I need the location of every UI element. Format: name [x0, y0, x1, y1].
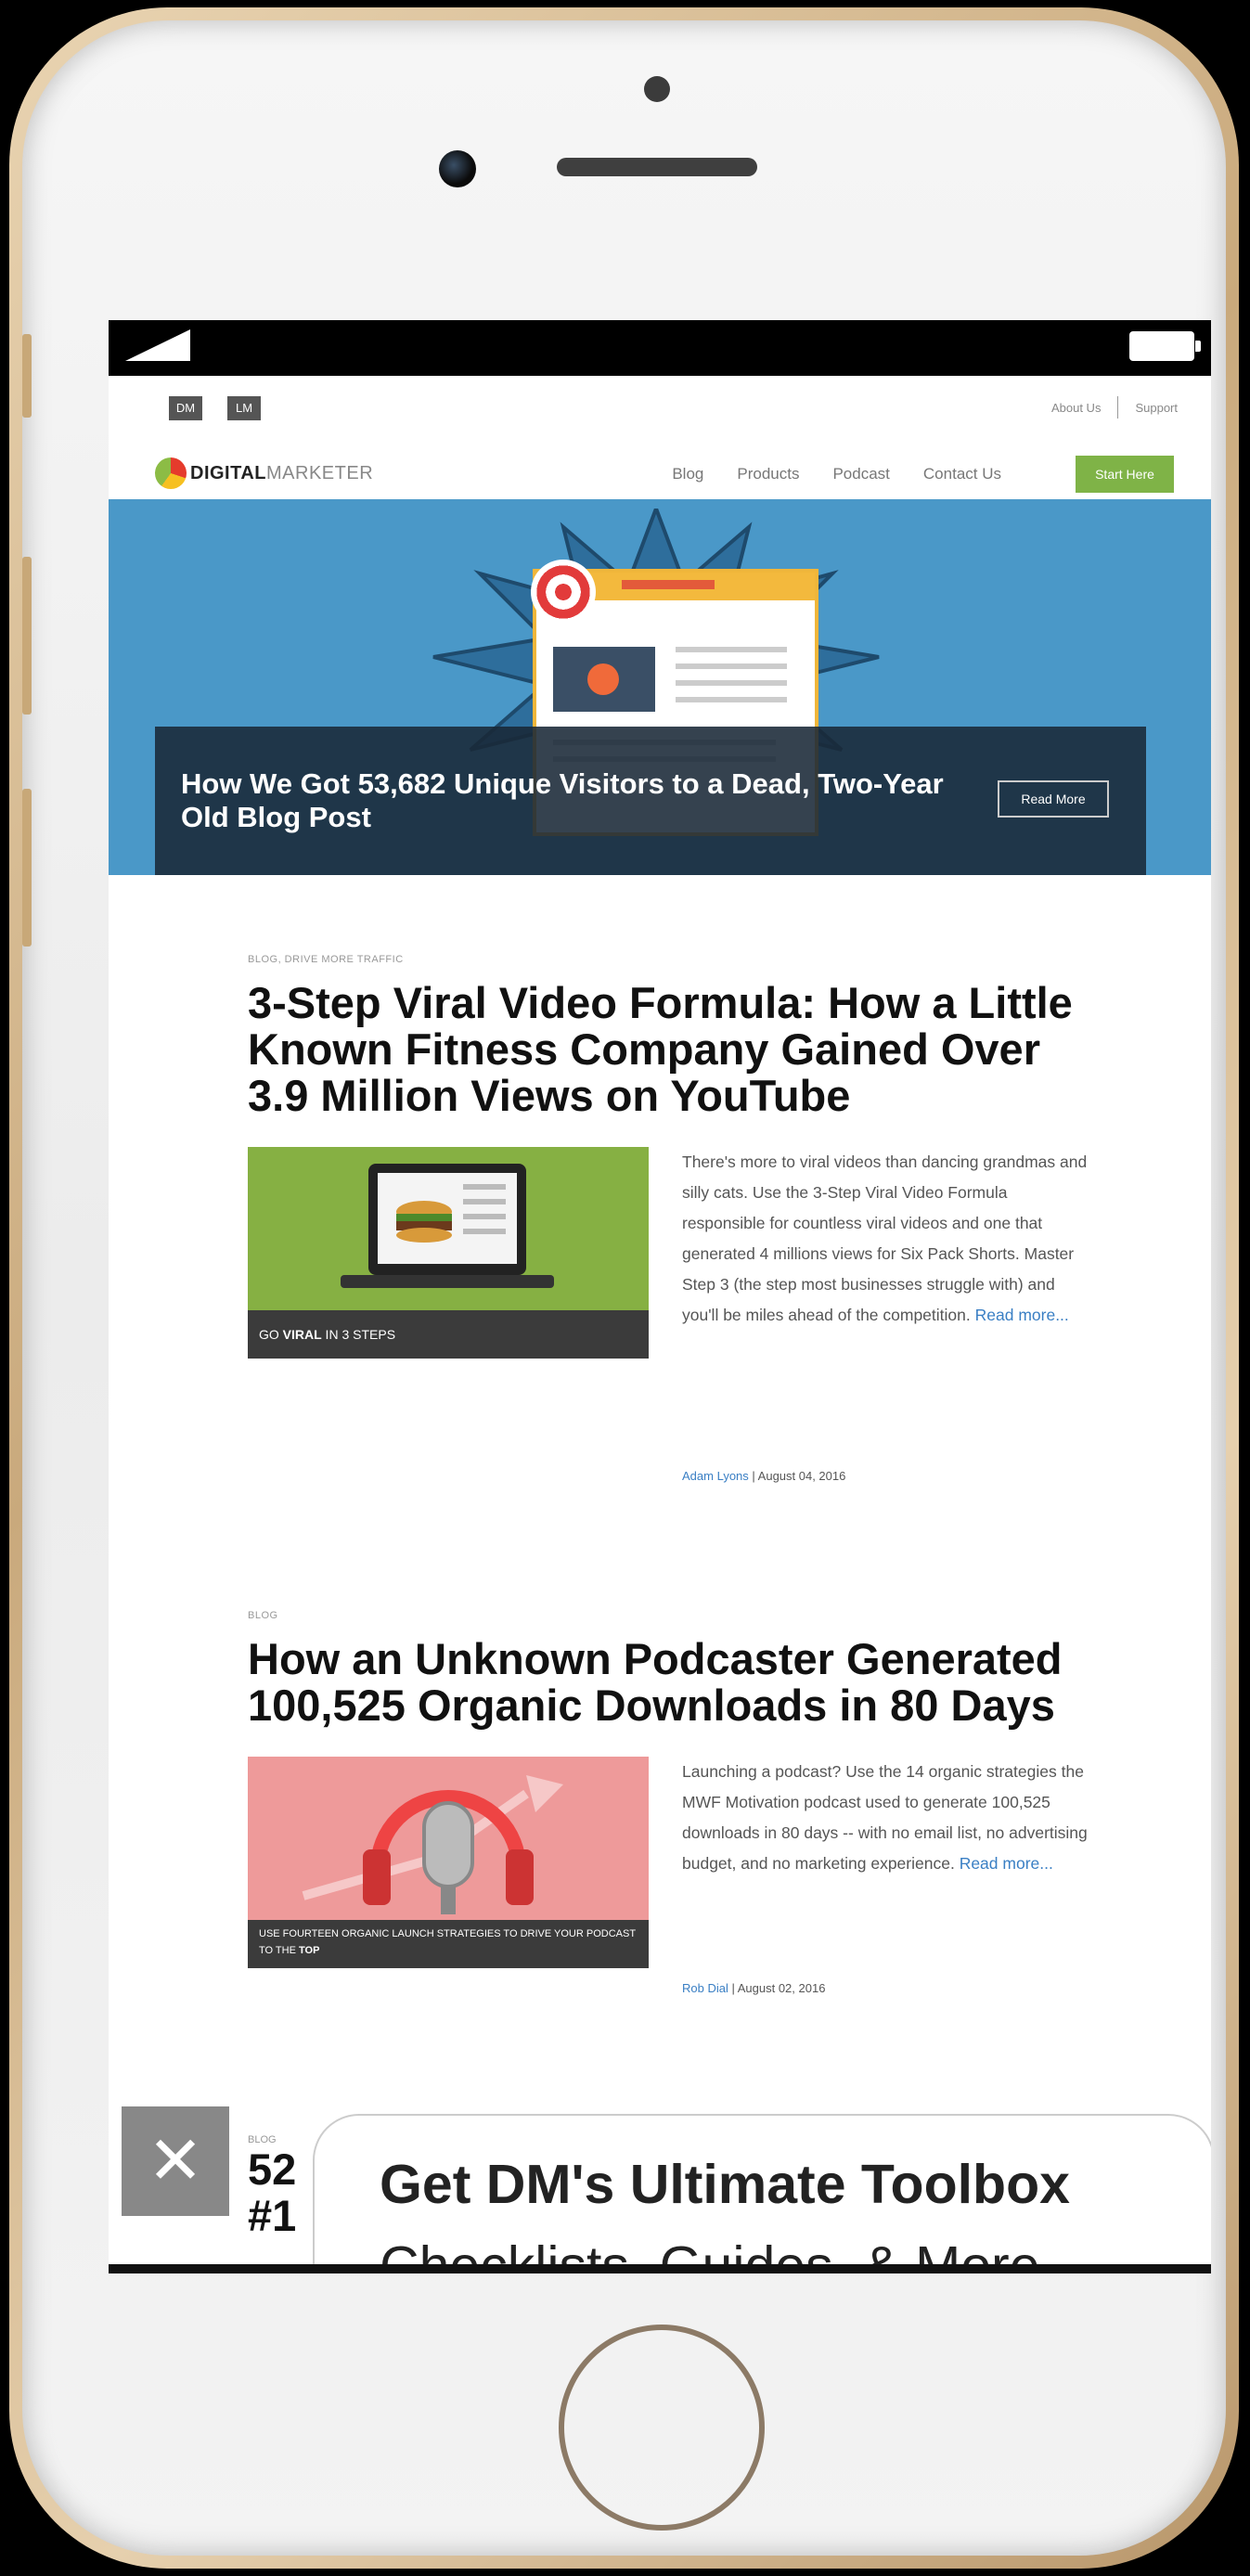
logo-text-light: MARKETER	[266, 462, 374, 483]
article-thumbnail[interactable]: GO VIRAL IN 3 STEPS	[248, 1147, 649, 1359]
read-more-link[interactable]: Read more...	[960, 1854, 1053, 1873]
lm-icon[interactable]: LM	[227, 396, 261, 420]
author-link[interactable]: Rob Dial	[682, 1981, 728, 1995]
volume-up-button	[22, 557, 32, 715]
about-us-link[interactable]: About Us	[1051, 401, 1101, 415]
nav-item-contact[interactable]: Contact Us	[923, 465, 1001, 483]
toolbox-optin-popup[interactable]: Get DM's Ultimate Toolbox Checklists, Gu…	[313, 2114, 1211, 2273]
top-utility-bar: DM LM About Us Support	[109, 376, 1211, 430]
play-icon	[587, 663, 619, 695]
hero-banner[interactable]: How We Got 53,682 Unique Visitors to a D…	[109, 499, 1211, 875]
home-button[interactable]	[559, 2325, 765, 2531]
divider	[1117, 396, 1119, 419]
nav-item-products[interactable]: Products	[737, 465, 799, 483]
article-thumbnail[interactable]: USE FOURTEEN ORGANIC LAUNCH STRATEGIES T…	[248, 1757, 649, 1968]
front-camera-icon	[439, 150, 476, 187]
article-excerpt: Launching a podcast? Use the 14 organic …	[682, 1762, 1088, 1873]
hero-title[interactable]: How We Got 53,682 Unique Visitors to a D…	[181, 767, 998, 834]
battery-icon	[1129, 331, 1201, 361]
proximity-sensor	[644, 76, 670, 102]
author-link[interactable]: Adam Lyons	[682, 1469, 749, 1483]
thumbnail-caption: USE FOURTEEN ORGANIC LAUNCH STRATEGIES T…	[248, 1920, 649, 1968]
site-logo[interactable]: DIGITAL MARKETER	[155, 457, 373, 489]
start-here-button[interactable]: Start Here	[1076, 456, 1174, 493]
logo-mark-icon	[155, 457, 187, 489]
microphone-headphones-icon	[302, 1775, 563, 1914]
dm-icon[interactable]: DM	[169, 396, 202, 420]
article-title-partial[interactable]: 52 #1	[248, 2146, 296, 2239]
article-category[interactable]: BLOG	[248, 1610, 1083, 1621]
phone-screen: DM LM About Us Support DIGITAL MARKETER B…	[109, 320, 1211, 2273]
article-title[interactable]: How an Unknown Podcaster Generated 100,5…	[248, 1636, 1083, 1729]
optin-title: Get DM's Ultimate Toolbox	[380, 2154, 1070, 2215]
article-byline: Rob Dial | August 02, 2016	[682, 1981, 826, 1995]
nav-item-podcast[interactable]: Podcast	[832, 465, 889, 483]
signal-icon	[125, 329, 190, 361]
logo-text-bold: DIGITAL	[190, 462, 267, 483]
volume-down-button	[22, 789, 32, 947]
target-icon	[531, 560, 596, 625]
article-card: BLOG, DRIVE MORE TRAFFIC 3-Step Viral Vi…	[248, 954, 1087, 1483]
laptop-burger-icon	[341, 1164, 554, 1288]
hero-caption-panel: How We Got 53,682 Unique Visitors to a D…	[155, 727, 1146, 875]
article-category[interactable]: BLOG, DRIVE MORE TRAFFIC	[248, 954, 1083, 965]
article-excerpt: There's more to viral videos than dancin…	[682, 1153, 1088, 1324]
article-card: BLOG How an Unknown Podcaster Generated …	[248, 1610, 1088, 1995]
article-title[interactable]: 3-Step Viral Video Formula: How a Little…	[248, 980, 1083, 1119]
nav-item-blog[interactable]: Blog	[672, 465, 703, 483]
close-icon[interactable]: ✕	[122, 2106, 229, 2216]
read-more-link[interactable]: Read more...	[975, 1306, 1069, 1324]
support-link[interactable]: Support	[1135, 401, 1178, 415]
screen-bottom-edge	[109, 2264, 1211, 2273]
hero-read-more-button[interactable]: Read More	[998, 780, 1109, 818]
mute-switch	[22, 334, 32, 418]
article-byline: Adam Lyons | August 04, 2016	[682, 1469, 846, 1483]
thumbnail-caption: GO VIRAL IN 3 STEPS	[248, 1310, 649, 1359]
earpiece-speaker	[557, 158, 757, 176]
status-bar	[109, 320, 1211, 376]
